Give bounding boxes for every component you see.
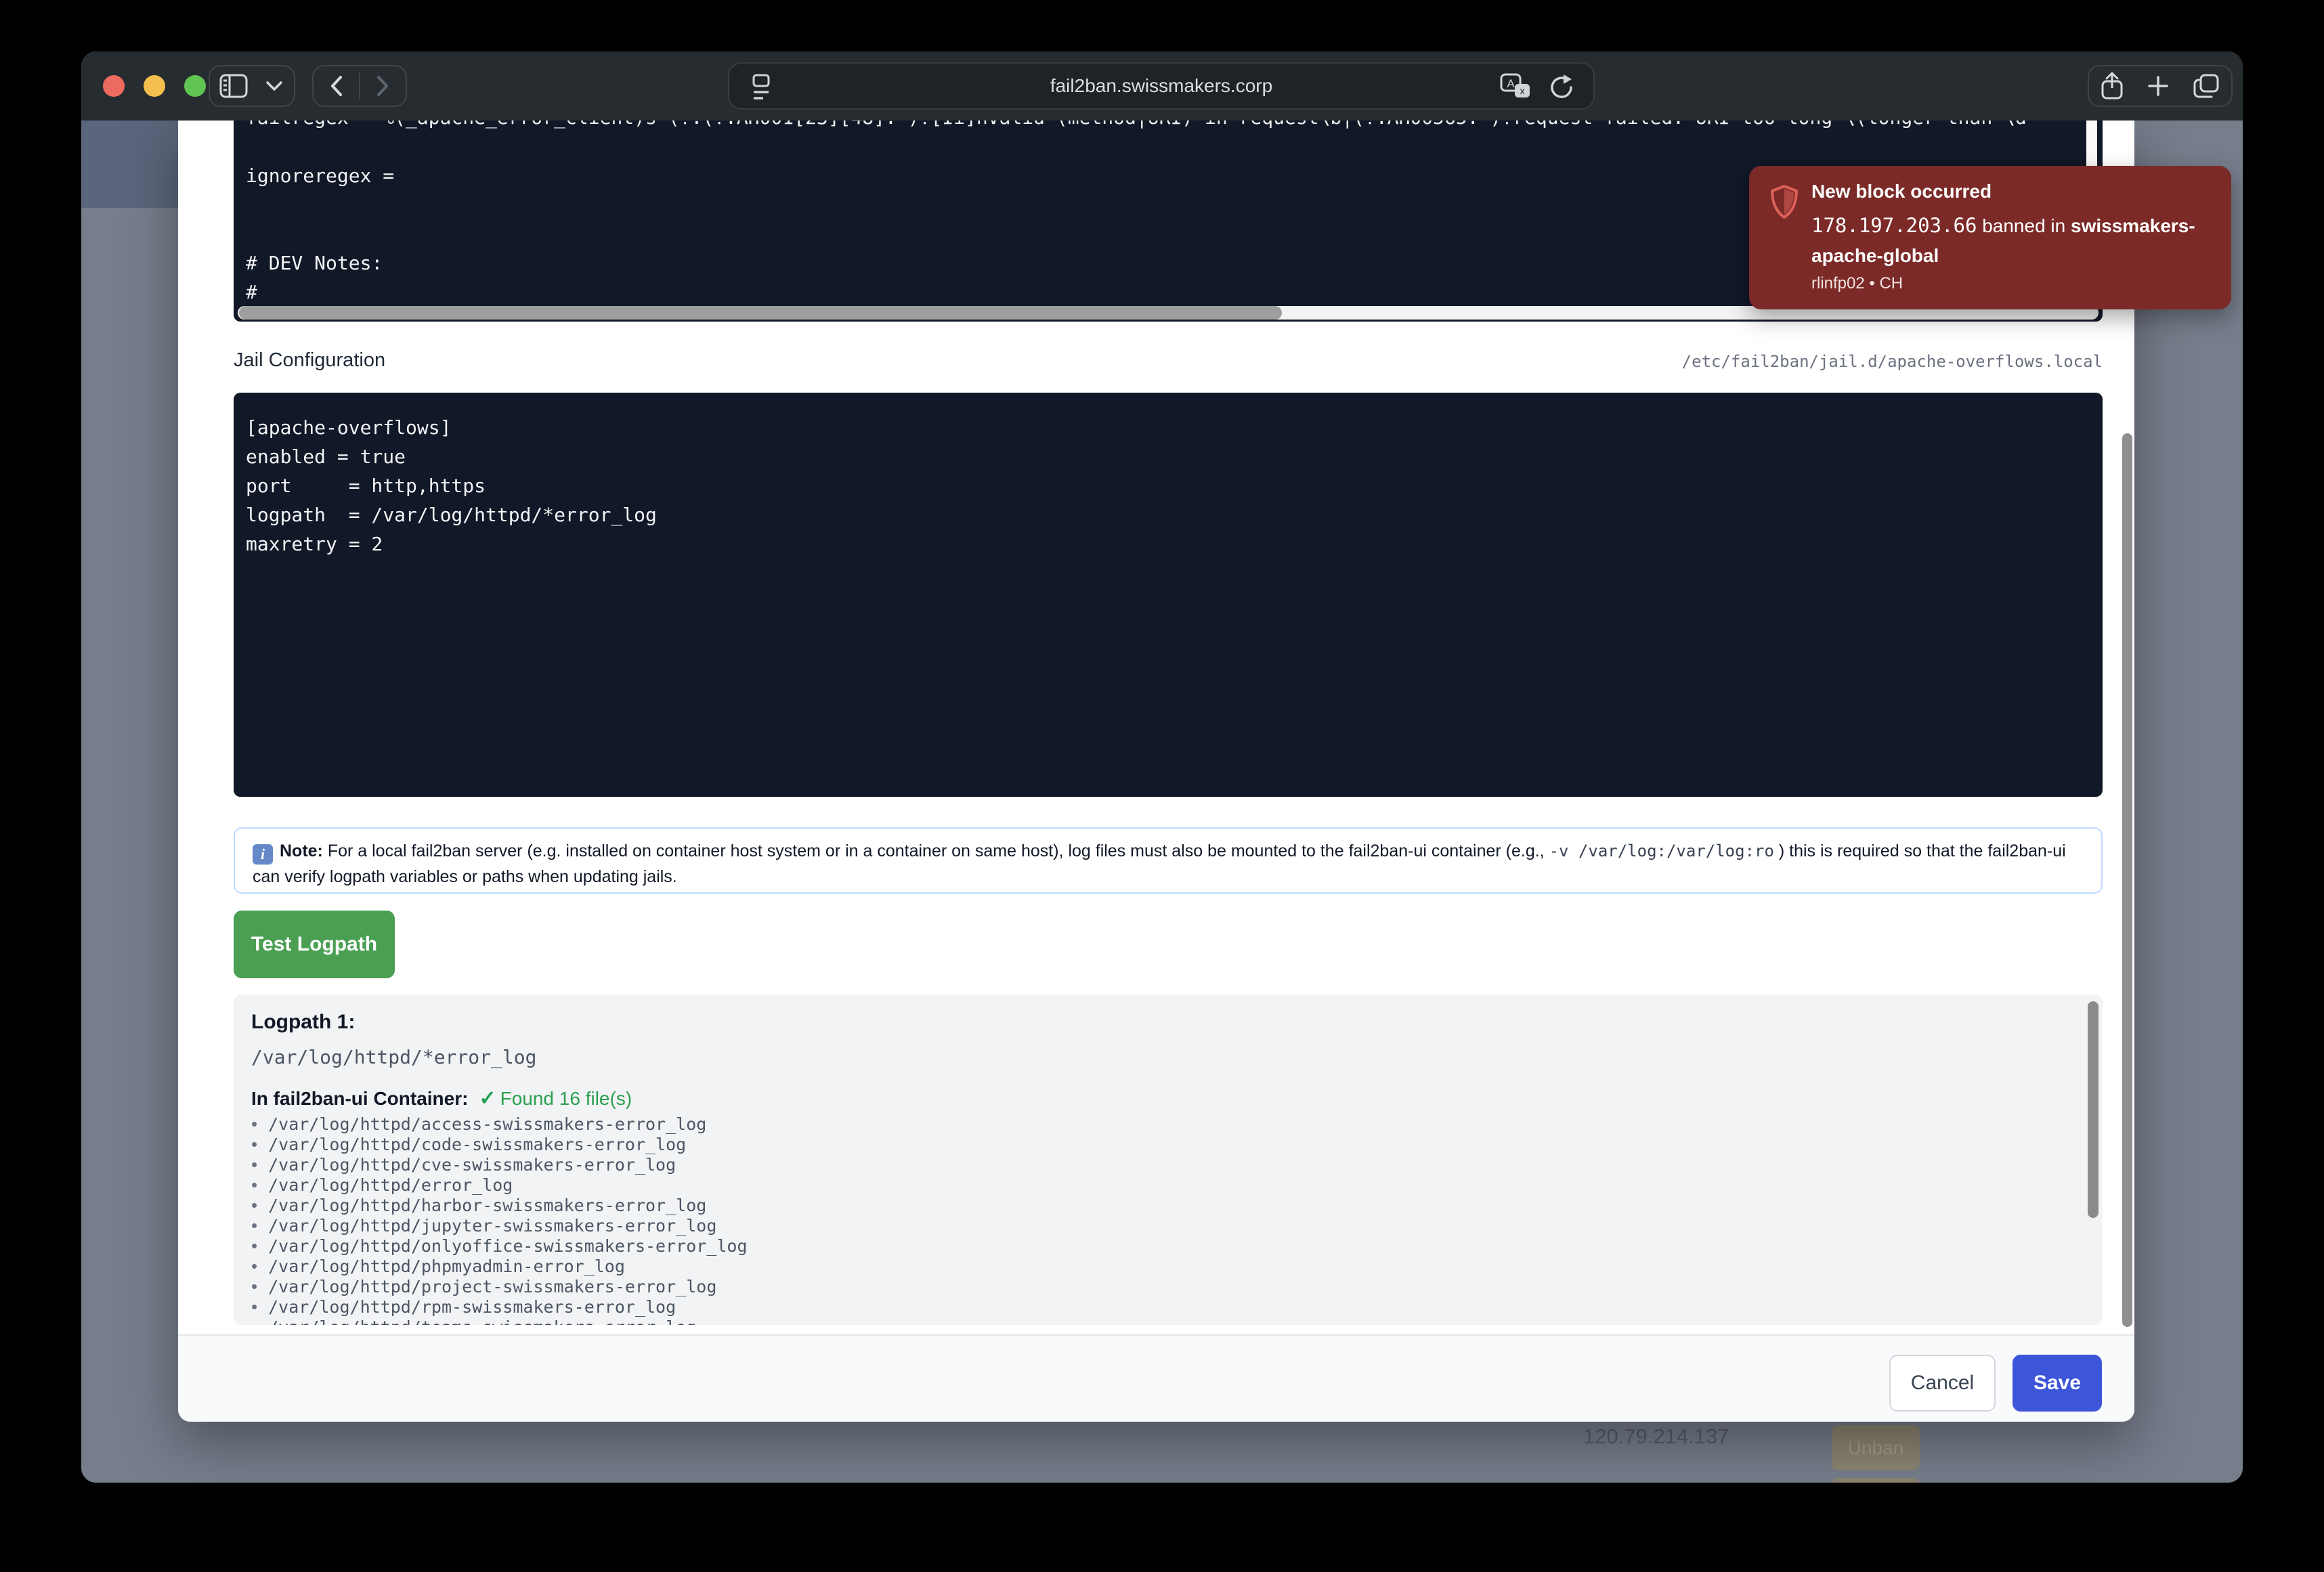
- minimize-window-button[interactable]: [144, 75, 165, 97]
- list-item: /var/log/httpd/project-swissmakers-error…: [251, 1276, 2075, 1296]
- cancel-button[interactable]: Cancel: [1889, 1355, 1996, 1412]
- modal-footer: Cancel Save: [178, 1334, 2134, 1422]
- list-item: /var/log/httpd/access-swissmakers-error_…: [251, 1114, 2075, 1134]
- address-bar[interactable]: fail2ban.swissmakers.corp A x: [728, 62, 1595, 110]
- zoom-window-button[interactable]: [184, 75, 206, 97]
- unban-button[interactable]: Unban: [1832, 1425, 1920, 1470]
- toast-meta: rlinfp02 • CH: [1811, 274, 1903, 293]
- translate-icon[interactable]: A x: [1500, 73, 1531, 102]
- jail-config-editor[interactable]: [apache-overflows] enabled = true port =…: [234, 393, 2103, 797]
- found-count: Found 16 file(s): [500, 1088, 632, 1109]
- list-item: /var/log/httpd/harbor-swissmakers-error_…: [251, 1195, 2075, 1215]
- share-icon[interactable]: [2101, 72, 2124, 100]
- save-button[interactable]: Save: [2013, 1355, 2102, 1412]
- jail-config-title: Jail Configuration: [234, 349, 385, 372]
- list-item: /var/log/httpd/rpm-swissmakers-error_log: [251, 1296, 2075, 1317]
- results-scrollbar[interactable]: [2088, 1001, 2099, 1218]
- dimmed-banned-ip: 120.79.214.137: [1583, 1424, 1729, 1449]
- list-item: /var/log/httpd/onlyoffice-swissmakers-er…: [251, 1236, 2075, 1256]
- url-text: fail2ban.swissmakers.corp: [729, 75, 1593, 97]
- new-block-toast[interactable]: New block occurred 178.197.203.66 banned…: [1749, 166, 2231, 309]
- test-logpath-button[interactable]: Test Logpath: [234, 911, 395, 978]
- modal-scrollbar[interactable]: [2122, 433, 2132, 1327]
- logpath-label: Logpath 1:: [251, 1011, 355, 1034]
- list-item: /var/log/httpd/teams-swissmakers-error_l…: [251, 1317, 2075, 1325]
- svg-text:x: x: [1520, 85, 1525, 96]
- logpath-test-results: Logpath 1: /var/log/httpd/*error_log In …: [234, 995, 2103, 1325]
- toast-middle-text: banned in: [1977, 215, 2071, 236]
- svg-text:A: A: [1507, 77, 1515, 90]
- list-item: /var/log/httpd/phpmyadmin-error_log: [251, 1256, 2075, 1276]
- logpath-value: /var/log/httpd/*error_log: [251, 1046, 536, 1068]
- nav-buttons: [312, 65, 407, 107]
- sidebar-chevron-down-icon[interactable]: [257, 66, 291, 106]
- list-item: /var/log/httpd/error_log: [251, 1175, 2075, 1195]
- note-code: -v /var/log:/var/log:ro: [1549, 842, 1774, 860]
- toolbar-right-group: [2088, 65, 2233, 107]
- forward-button[interactable]: [360, 66, 406, 106]
- jail-config-header: Jail Configuration /etc/fail2ban/jail.d/…: [234, 349, 2103, 379]
- container-result-row: In fail2ban-ui Container: ✓Found 16 file(…: [251, 1087, 632, 1110]
- browser-toolbar: fail2ban.swissmakers.corp A x: [81, 51, 2243, 121]
- new-tab-icon[interactable]: [2147, 74, 2170, 97]
- tab-overview-icon[interactable]: [2193, 73, 2220, 99]
- list-item: /var/log/httpd/cve-swissmakers-error_log: [251, 1154, 2075, 1175]
- info-icon: i: [253, 844, 273, 865]
- jail-config-path: /etc/fail2ban/jail.d/apache-overflows.lo…: [1682, 352, 2103, 371]
- note-label: Note:: [280, 842, 323, 860]
- note-text-before: For a local fail2ban server (e.g. instal…: [323, 842, 1549, 860]
- shield-icon: [1769, 185, 1799, 219]
- list-item: /var/log/httpd/jupyter-swissmakers-error…: [251, 1215, 2075, 1236]
- reload-icon[interactable]: [1549, 73, 1576, 102]
- list-item: /var/log/httpd/code-swissmakers-error_lo…: [251, 1134, 2075, 1154]
- jail-edit-modal: failregex = %(_apache_error_client)s (?:…: [178, 121, 2134, 1422]
- toast-title: New block occurred: [1811, 181, 1992, 202]
- container-label: In fail2ban-ui Container:: [251, 1088, 468, 1109]
- editor-horizontal-scrollbar-thumb[interactable]: [239, 306, 1282, 320]
- traffic-lights: [103, 75, 206, 97]
- page-viewport: 120.79.214.137 Unban Unban failregex = %…: [81, 121, 2243, 1483]
- check-icon: ✓: [479, 1087, 496, 1110]
- toast-banned-ip: 178.197.203.66: [1811, 214, 1977, 237]
- close-window-button[interactable]: [103, 75, 125, 97]
- toast-message: 178.197.203.66 banned in swissmakers-apa…: [1811, 211, 2218, 271]
- found-files-list: /var/log/httpd/access-swissmakers-error_…: [251, 1114, 2075, 1325]
- unban-button-clipped[interactable]: Unban: [1832, 1478, 1920, 1483]
- sidebar-toggle-group: [209, 65, 295, 107]
- browser-window: fail2ban.swissmakers.corp A x: [81, 51, 2243, 1483]
- note-box: i Note: For a local fail2ban server (e.g.…: [234, 827, 2103, 894]
- back-button[interactable]: [314, 66, 359, 106]
- dimmed-background-panel: [81, 121, 178, 208]
- sidebar-icon[interactable]: [210, 66, 257, 106]
- jail-config-text: [apache-overflows] enabled = true port =…: [246, 413, 2075, 792]
